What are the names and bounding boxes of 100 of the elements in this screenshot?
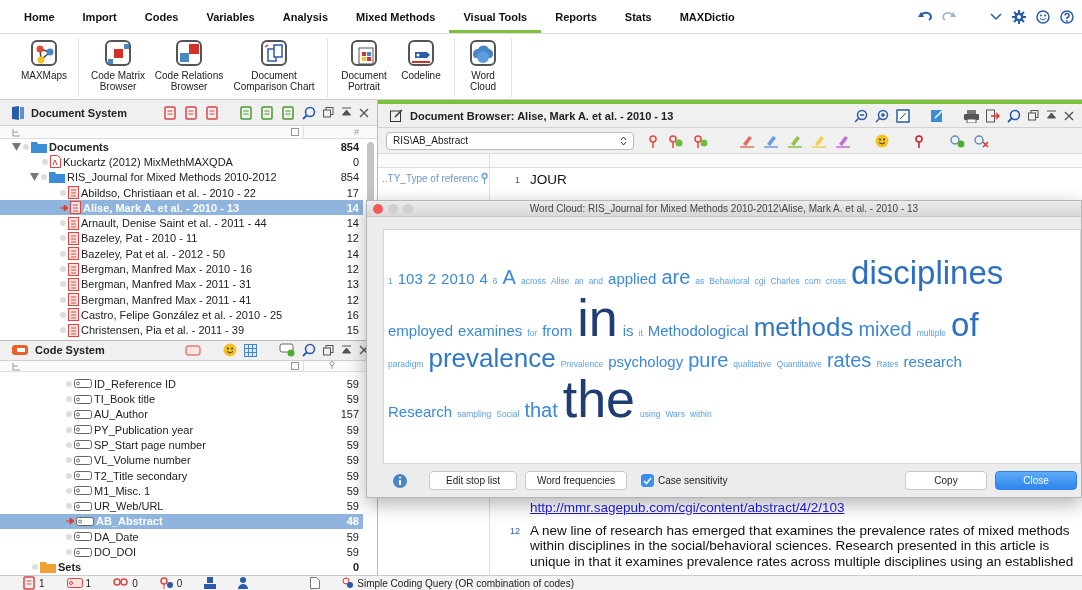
smiley-icon[interactable] — [1036, 10, 1050, 24]
maximize-icon[interactable] — [1046, 110, 1057, 121]
cloud-word: cross — [825, 275, 847, 286]
code-row[interactable]: AU_Author 157 — [0, 406, 363, 423]
menu-tab[interactable]: Analysis — [268, 11, 342, 33]
document-icon — [68, 293, 79, 307]
code-pin-icon[interactable] — [668, 133, 685, 148]
tree-row[interactable]: Kuckartz (2012) MixMethMAXQDA 0 — [0, 154, 363, 170]
menu-tab[interactable]: Mixed Methods — [342, 11, 450, 33]
tree-row[interactable]: Abildso, Christiaan et al. - 2010 - 22 17 — [0, 184, 363, 201]
ribbon-button[interactable]: Codeline — [396, 38, 446, 97]
link-remove-icon[interactable] — [973, 133, 989, 148]
new-code-icon[interactable] — [279, 343, 295, 358]
maximize-icon[interactable] — [341, 344, 352, 356]
tree-row[interactable]: RIS_Journal for Mixed Methods 2010-2012 854 — [0, 169, 363, 185]
menu-tab[interactable]: Codes — [130, 11, 193, 33]
zoom-in-icon[interactable] — [875, 108, 889, 123]
undo-icon[interactable] — [918, 11, 932, 23]
tree-row[interactable]: Bazeley, Pat - 2010 - 11 12 — [0, 230, 363, 247]
table-icon[interactable] — [244, 343, 257, 357]
code-row[interactable]: M1_Misc. 1 59 — [0, 483, 363, 499]
document-icon — [68, 277, 79, 291]
cloud-word: 2010 — [441, 270, 475, 287]
tree-row[interactable]: Christensen, Pia et al. - 2011 - 39 15 — [0, 322, 363, 338]
ribbon-button[interactable]: Document Portrait — [336, 38, 392, 97]
edit-icon[interactable] — [930, 108, 944, 123]
code-row[interactable]: SP_Start page number 59 — [0, 437, 363, 453]
smiley-icon[interactable] — [875, 133, 889, 148]
tree-row[interactable]: Bazeley, Pat et al. - 2012 - 50 14 — [0, 246, 363, 262]
ribbon-button[interactable]: Code Relations Browser — [153, 38, 225, 97]
copy-button[interactable]: Copy — [905, 471, 987, 490]
close-icon[interactable] — [1064, 110, 1074, 121]
chevron-down-icon[interactable] — [990, 13, 1002, 21]
dialog-button[interactable]: Word frequencies — [525, 471, 627, 490]
tree-row[interactable]: Bergman, Manfred Max - 2011 - 41 12 — [0, 291, 363, 308]
tree-row[interactable]: Castro, Felipe González et al. - 2010 - 25 16 — [0, 307, 363, 323]
tag-icon[interactable] — [185, 344, 201, 357]
code-row[interactable]: T2_Title secondary 59 — [0, 467, 363, 484]
code-row[interactable]: PY_Publication year 59 — [0, 422, 363, 438]
code-filter-select[interactable]: RIS\AB_Abstract — [386, 131, 634, 150]
ribbon-button[interactable]: MAXMaps — [18, 38, 70, 97]
highlighter-icon[interactable] — [739, 133, 755, 148]
zoom-out-icon[interactable] — [854, 108, 868, 123]
menu-tab[interactable]: Variables — [192, 11, 269, 33]
tree-row[interactable]: Documents 854 — [0, 139, 363, 155]
maximize-icon[interactable] — [341, 107, 352, 118]
undock-icon[interactable] — [323, 107, 334, 118]
document-icon[interactable] — [22, 576, 36, 590]
dot-icon — [60, 327, 66, 334]
checkbox[interactable] — [641, 474, 654, 487]
portrait-icon — [349, 38, 379, 68]
redo-icon[interactable] — [942, 11, 956, 23]
undock-icon[interactable] — [1028, 110, 1039, 121]
print-icon[interactable] — [964, 108, 979, 123]
document-icon — [68, 247, 79, 261]
document-icon — [68, 216, 79, 230]
search-icon[interactable] — [1007, 108, 1021, 123]
close-button[interactable] — [373, 203, 383, 214]
ribbon-button[interactable]: Code Matrix Browser — [87, 38, 149, 97]
search-icon[interactable] — [302, 105, 316, 120]
menu-tab[interactable]: Home — [10, 11, 69, 33]
document-icon[interactable] — [163, 105, 177, 120]
highlighter-icon[interactable] — [835, 133, 851, 148]
menu-tab[interactable]: Import — [68, 11, 131, 33]
code-row[interactable]: Sets 0 — [0, 559, 363, 575]
highlighter-icon[interactable] — [763, 133, 779, 148]
code-row[interactable]: TI_Book title 59 — [0, 391, 363, 407]
info-icon[interactable] — [393, 473, 407, 488]
close-icon[interactable] — [359, 107, 369, 118]
edit-icon — [390, 109, 403, 122]
code-row[interactable]: DA_Date 59 — [0, 529, 363, 545]
code-label: DA_Date — [94, 530, 139, 543]
link-add-icon[interactable] — [949, 133, 965, 148]
code-row[interactable]: VL_Volume number 59 — [0, 452, 363, 468]
tree-row[interactable]: Bergman, Manfred Max - 2011 - 31 13 — [0, 276, 363, 292]
collapse-icon[interactable] — [30, 173, 39, 182]
menu-tab[interactable]: Stats — [610, 11, 666, 33]
dialog-button[interactable]: Edit stop list — [429, 471, 517, 490]
help-icon[interactable] — [1060, 10, 1074, 24]
undock-icon[interactable] — [323, 344, 334, 356]
ribbon-button[interactable]: Word Cloud — [463, 38, 503, 97]
tree-row[interactable]: Bergman, Manfred Max - 2010 - 16 12 — [0, 261, 363, 277]
smiley-icon[interactable] — [223, 343, 237, 358]
settings-icon[interactable] — [1012, 10, 1026, 24]
ribbon-button[interactable]: Document Comparison Chart — [229, 38, 319, 97]
pin-icon[interactable] — [913, 133, 925, 148]
menu-tab[interactable]: MAXDictio — [665, 11, 749, 33]
cloud-word: 2 — [427, 270, 437, 287]
code-row[interactable]: DO_DOI 59 — [0, 544, 363, 560]
search-icon[interactable] — [302, 343, 316, 358]
export-icon[interactable] — [986, 108, 1000, 123]
tree-row[interactable]: Arnault, Denise Saint et al. - 2011 - 44 14 — [0, 215, 363, 231]
url-link[interactable]: http://mmr.sagepub.com/cgi/content/abstract/4/2/103 — [530, 499, 845, 515]
code-row[interactable]: ID_Reference ID 59 — [0, 376, 363, 392]
menu-tab[interactable]: Reports — [541, 11, 611, 33]
cloud-word: 103 — [397, 270, 423, 287]
collapse-icon[interactable] — [12, 142, 21, 151]
dot-icon — [66, 472, 72, 479]
code-pin-icon[interactable] — [648, 133, 660, 148]
code-row[interactable]: UR_Web/URL 59 — [0, 498, 363, 514]
